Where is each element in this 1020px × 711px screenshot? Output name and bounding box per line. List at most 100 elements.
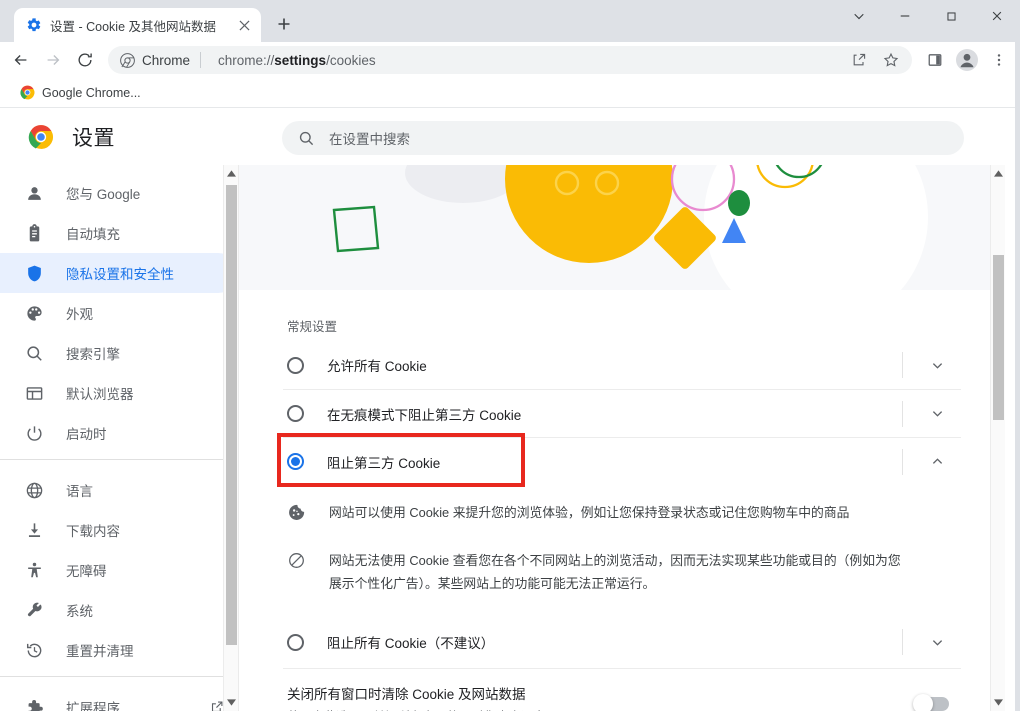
sidebar-scrollbar[interactable] [223, 165, 238, 711]
back-button[interactable] [6, 45, 36, 75]
detail-text: 网站无法使用 Cookie 查看您在各个不同网站上的浏览活动，因而无法实现某些功… [329, 552, 901, 592]
omnibox-divider [200, 52, 202, 68]
forward-button[interactable] [38, 45, 68, 75]
profile-avatar-icon[interactable] [952, 45, 982, 75]
chevron-down-icon[interactable] [836, 0, 882, 32]
cookie-option-label: 在无痕模式下阻止第三方 Cookie [327, 407, 522, 423]
tab-title: 设置 - Cookie 及其他网站数据 [50, 19, 216, 34]
detail-text: 网站可以使用 Cookie 来提升您的浏览体验，例如让您保持登录状态或记住您购物… [329, 505, 850, 520]
sidebar-item-7[interactable]: 启动时 [0, 413, 238, 453]
settings-search-placeholder: 在设置中搜索 [329, 132, 410, 147]
new-tab-button[interactable] [271, 11, 297, 37]
browser-tab[interactable]: 设置 - Cookie 及其他网站数据 [14, 8, 261, 42]
minimize-icon[interactable] [882, 0, 928, 32]
search-icon [298, 130, 315, 147]
close-icon[interactable] [235, 16, 253, 34]
radio-button-selected[interactable] [287, 453, 304, 470]
window-right-edge [1015, 0, 1020, 711]
sidebar-group: 扩展程序 [0, 676, 238, 711]
sidebar-item-2[interactable]: 下载内容 [0, 510, 238, 550]
sidebar-item-label: 隐私设置和安全性 [66, 267, 174, 282]
sidebar-item-5[interactable]: 搜索引擎 [0, 333, 238, 373]
row-divider [902, 401, 903, 427]
clear-on-close-subtitle: 若开启此选项，关闭所有窗口的同时您也会退出 Chrome [287, 707, 915, 711]
cookie-option-row-2[interactable]: 在无痕模式下阻止第三方 Cookie [283, 389, 961, 437]
external-link-icon [210, 700, 224, 711]
sidebar-item-1[interactable]: 语言 [0, 470, 238, 510]
sidebar-item-3-active[interactable]: 隐私设置和安全性 [0, 253, 238, 293]
cookie-option-row-1[interactable]: 允许所有 Cookie [283, 341, 961, 389]
sidebar-item-4[interactable]: 系统 [0, 590, 238, 630]
sidebar-item-label: 默认浏览器 [66, 387, 134, 402]
power-icon [24, 423, 44, 443]
settings-sidebar: 您与 Google 自动填充隐私设置和安全性外观 搜索引擎默认浏览器启动时语言下载内… [0, 165, 238, 711]
toggle-knob [913, 694, 933, 711]
accessibility-icon [24, 560, 44, 580]
site-chip-label: Chrome [142, 52, 191, 68]
cookie-option-row-3[interactable]: 阻止第三方 Cookie [283, 437, 961, 485]
reload-button[interactable] [70, 45, 100, 75]
shield-icon [24, 263, 44, 283]
section-title: 常规设置 [287, 320, 338, 334]
share-icon[interactable] [844, 45, 874, 75]
settings-search-box[interactable]: 在设置中搜索 [282, 121, 964, 155]
cookie-option-row-4[interactable]: 阻止所有 Cookie（不建议） [283, 618, 961, 666]
sidebar-item-label: 您与 Google [66, 187, 141, 202]
sidebar-item-1[interactable]: 扩展程序 [0, 687, 238, 711]
sidebar-item-label: 下载内容 [66, 524, 120, 539]
general-settings-card: 常规设置 允许所有 Cookie 在无痕模式下阻止第三方 Cookie 阻止第三方 … [283, 290, 961, 711]
sidebar-item-label: 系统 [66, 604, 93, 619]
block-icon [287, 551, 307, 571]
detail-row: 网站无法使用 Cookie 查看您在各个不同网站上的浏览活动，因而无法实现某些功… [287, 537, 961, 608]
close-icon[interactable] [974, 0, 1020, 32]
chevron-down-icon[interactable] [927, 632, 947, 652]
sidebar-item-4[interactable]: 外观 [0, 293, 238, 333]
settings-main-pane: 常规设置 允许所有 Cookie 在无痕模式下阻止第三方 Cookie 阻止第三方 … [238, 165, 1005, 711]
cookie-option-label: 阻止所有 Cookie（不建议） [327, 636, 495, 652]
settings-header: 设置 在设置中搜索 [0, 109, 1020, 165]
puzzle-icon [24, 697, 44, 711]
radio-button[interactable] [287, 405, 304, 422]
browser-window-icon [24, 383, 44, 403]
bookmark-item[interactable]: Google Chrome... [14, 82, 147, 103]
browser-window: 设置 - Cookie 及其他网站数据 Chrome chrome://sett… [0, 0, 1020, 711]
download-icon [24, 520, 44, 540]
sidebar-item-6[interactable]: 默认浏览器 [0, 373, 238, 413]
cookie-icon [287, 503, 307, 523]
clear-on-close-row[interactable]: 关闭所有窗口时清除 Cookie 及网站数据 若开启此选项，关闭所有窗口的同时您… [283, 668, 961, 711]
chevron-up-icon[interactable] [927, 452, 947, 472]
address-bar[interactable]: Chrome chrome://settings/cookies [108, 46, 912, 74]
sidebar-scroll-thumb[interactable] [226, 185, 237, 645]
bookmark-star-icon[interactable] [876, 45, 906, 75]
clear-on-close-toggle[interactable] [913, 694, 949, 711]
side-panel-icon[interactable] [920, 45, 950, 75]
row-divider [902, 449, 903, 475]
cookies-illustration [239, 165, 1005, 290]
radio-button[interactable] [287, 633, 304, 651]
sidebar-group: 语言下载内容无障碍系统重置并清理 [0, 459, 238, 670]
wrench-icon [24, 600, 44, 620]
sidebar-item-1[interactable]: 您与 Google [0, 173, 238, 213]
three-dot-menu-icon[interactable] [984, 45, 1014, 75]
cookie-option-label: 阻止第三方 Cookie [327, 455, 441, 471]
omnibox-actions [844, 45, 906, 75]
settings-body: 您与 Google 自动填充隐私设置和安全性外观 搜索引擎默认浏览器启动时语言下载内… [0, 165, 1020, 711]
search-icon [24, 343, 44, 363]
radio-button[interactable] [287, 356, 304, 374]
main-scrollbar[interactable] [990, 165, 1005, 711]
scroll-up-arrow-icon[interactable] [991, 165, 1005, 182]
sidebar-item-3[interactable]: 无障碍 [0, 550, 238, 590]
bookmark-label: Google Chrome... [42, 85, 141, 100]
chevron-down-icon[interactable] [927, 404, 947, 424]
sidebar-item-label: 重置并清理 [66, 644, 134, 659]
scroll-down-arrow-icon[interactable] [991, 694, 1005, 711]
chevron-down-icon[interactable] [927, 355, 947, 375]
sidebar-item-2[interactable]: 自动填充 [0, 213, 238, 253]
scroll-up-arrow-icon[interactable] [224, 165, 238, 182]
row-divider [902, 629, 903, 656]
bookmarks-bar: Google Chrome... [0, 78, 1020, 108]
sidebar-item-5[interactable]: 重置并清理 [0, 630, 238, 670]
maximize-icon[interactable] [928, 0, 974, 32]
scroll-down-arrow-icon[interactable] [224, 694, 238, 711]
main-scroll-thumb[interactable] [993, 255, 1004, 420]
